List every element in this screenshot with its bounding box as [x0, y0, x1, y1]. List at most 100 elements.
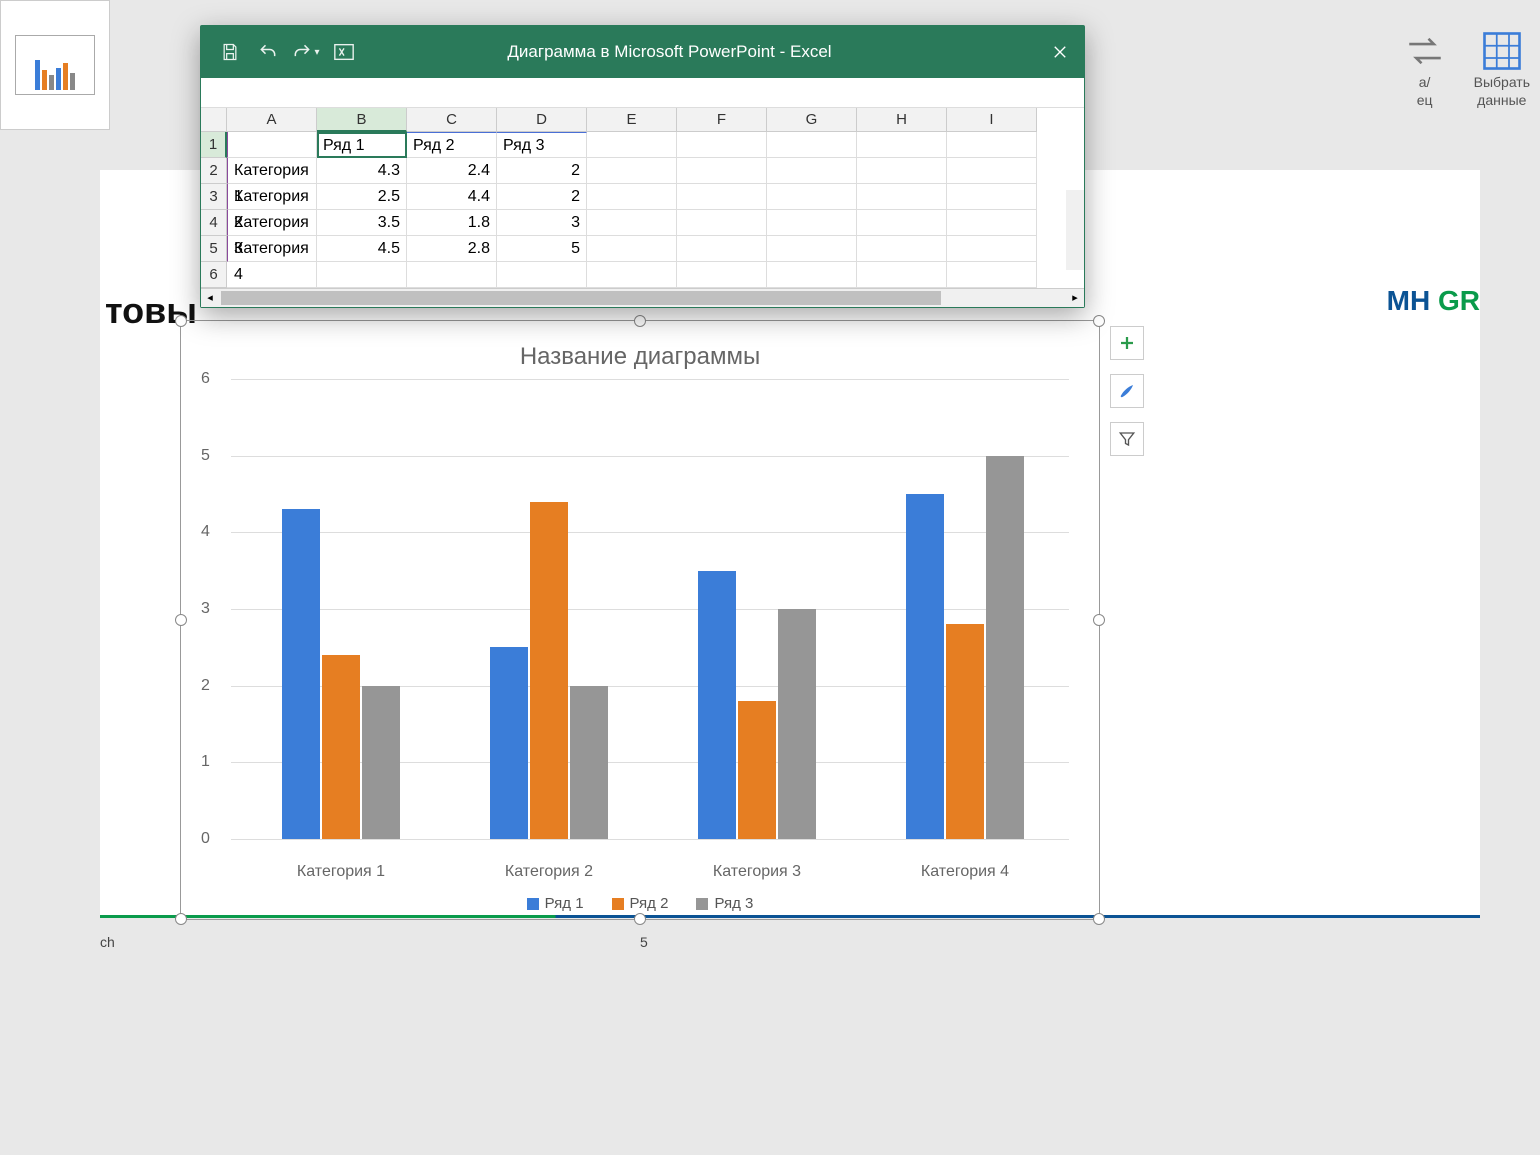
cell[interactable] [497, 262, 587, 288]
cell[interactable] [857, 210, 947, 236]
chart-styles-button[interactable] [1110, 374, 1144, 408]
category-group[interactable] [237, 379, 445, 839]
bar[interactable] [986, 456, 1024, 839]
cell[interactable] [677, 236, 767, 262]
cell[interactable]: 4.4 [407, 184, 497, 210]
resize-handle[interactable] [1093, 614, 1105, 626]
row-header[interactable]: 3 [201, 184, 227, 210]
column-header[interactable]: I [947, 108, 1037, 132]
row-header[interactable]: 1 [201, 132, 227, 158]
cell[interactable]: 2 [497, 158, 587, 184]
horizontal-scrollbar[interactable] [219, 289, 1066, 307]
chart-title[interactable]: Название диаграммы [181, 321, 1099, 379]
plot-area[interactable]: 0123456 [231, 379, 1069, 859]
cell[interactable] [767, 158, 857, 184]
cell[interactable] [677, 210, 767, 236]
cell[interactable] [947, 262, 1037, 288]
cell[interactable] [587, 262, 677, 288]
resize-handle[interactable] [175, 913, 187, 925]
bar[interactable] [530, 502, 568, 839]
cell[interactable] [677, 184, 767, 210]
cell[interactable]: Категория 1 [227, 158, 317, 184]
cell[interactable] [227, 262, 317, 288]
cell[interactable] [947, 184, 1037, 210]
legend-item[interactable]: Ряд 1 [527, 895, 584, 912]
resize-handle[interactable] [1093, 913, 1105, 925]
resize-handle[interactable] [634, 315, 646, 327]
bar[interactable] [778, 609, 816, 839]
cell[interactable]: Категория 2 [227, 184, 317, 210]
chart-elements-button[interactable] [1110, 326, 1144, 360]
cell[interactable] [857, 132, 947, 158]
cell[interactable]: 4.3 [317, 158, 407, 184]
category-group[interactable] [861, 379, 1069, 839]
cell[interactable] [587, 184, 677, 210]
slide-thumbnail[interactable] [0, 0, 110, 130]
chart-filter-button[interactable] [1110, 422, 1144, 456]
cell[interactable] [677, 158, 767, 184]
cell[interactable] [947, 236, 1037, 262]
close-button[interactable] [1036, 26, 1084, 78]
row-header[interactable]: 2 [201, 158, 227, 184]
bar[interactable] [698, 571, 736, 839]
excel-grid[interactable]: ABCDEFGHI 1Ряд 1Ряд 2Ряд 32Категория 14.… [201, 108, 1084, 288]
undo-button[interactable] [249, 33, 287, 71]
cell[interactable] [947, 210, 1037, 236]
resize-handle[interactable] [634, 913, 646, 925]
cell[interactable]: Ряд 1 [317, 132, 407, 158]
cell[interactable]: Категория 4 [227, 236, 317, 262]
cell[interactable]: Ряд 2 [407, 132, 497, 158]
bar[interactable] [738, 701, 776, 839]
bar[interactable] [282, 509, 320, 839]
select-data-button[interactable]: Выбрать данные [1474, 30, 1530, 108]
cell[interactable] [767, 184, 857, 210]
excel-data-window[interactable]: ▾ Диаграмма в Microsoft PowerPoint - Exc… [200, 25, 1085, 308]
cell[interactable] [947, 132, 1037, 158]
bar[interactable] [906, 494, 944, 839]
cell[interactable]: 3.5 [317, 210, 407, 236]
cell[interactable]: 5 [497, 236, 587, 262]
legend[interactable]: Ряд 1 Ряд 2 Ряд 3 [181, 895, 1099, 912]
cell[interactable] [677, 132, 767, 158]
cell[interactable] [587, 158, 677, 184]
cell[interactable]: 2 [497, 184, 587, 210]
row-header[interactable]: 5 [201, 236, 227, 262]
category-group[interactable] [445, 379, 653, 839]
cell[interactable] [407, 262, 497, 288]
cell[interactable] [857, 184, 947, 210]
cell[interactable] [587, 132, 677, 158]
column-header[interactable]: G [767, 108, 857, 132]
cell[interactable]: Ряд 3 [497, 132, 587, 158]
bar[interactable] [490, 647, 528, 839]
bar[interactable] [362, 686, 400, 839]
resize-handle[interactable] [175, 614, 187, 626]
cell[interactable] [677, 262, 767, 288]
cell[interactable] [947, 158, 1037, 184]
vertical-scrollbar[interactable] [1066, 190, 1084, 270]
bar[interactable] [946, 624, 984, 839]
bar[interactable] [322, 655, 360, 839]
legend-item[interactable]: Ряд 3 [696, 895, 753, 912]
cell[interactable] [767, 236, 857, 262]
cell[interactable] [587, 210, 677, 236]
row-header[interactable]: 4 [201, 210, 227, 236]
cell[interactable] [227, 132, 317, 158]
column-header[interactable]: D [497, 108, 587, 132]
scroll-left-button[interactable]: ◂ [201, 289, 219, 307]
column-header[interactable]: A [227, 108, 317, 132]
legend-item[interactable]: Ряд 2 [612, 895, 669, 912]
column-header[interactable]: B [317, 108, 407, 132]
bar[interactable] [570, 686, 608, 839]
scroll-right-button[interactable]: ▸ [1066, 289, 1084, 307]
excel-titlebar[interactable]: ▾ Диаграмма в Microsoft PowerPoint - Exc… [201, 26, 1084, 78]
redo-button[interactable]: ▾ [287, 33, 325, 71]
save-button[interactable] [211, 33, 249, 71]
cell[interactable] [767, 210, 857, 236]
cell[interactable]: 3 [497, 210, 587, 236]
chart-object[interactable]: Название диаграммы 0123456 Категория 1Ка… [180, 320, 1100, 920]
cell[interactable]: 2.8 [407, 236, 497, 262]
cell[interactable]: 2.5 [317, 184, 407, 210]
excel-app-button[interactable] [325, 33, 363, 71]
column-header[interactable]: H [857, 108, 947, 132]
cell[interactable] [857, 236, 947, 262]
